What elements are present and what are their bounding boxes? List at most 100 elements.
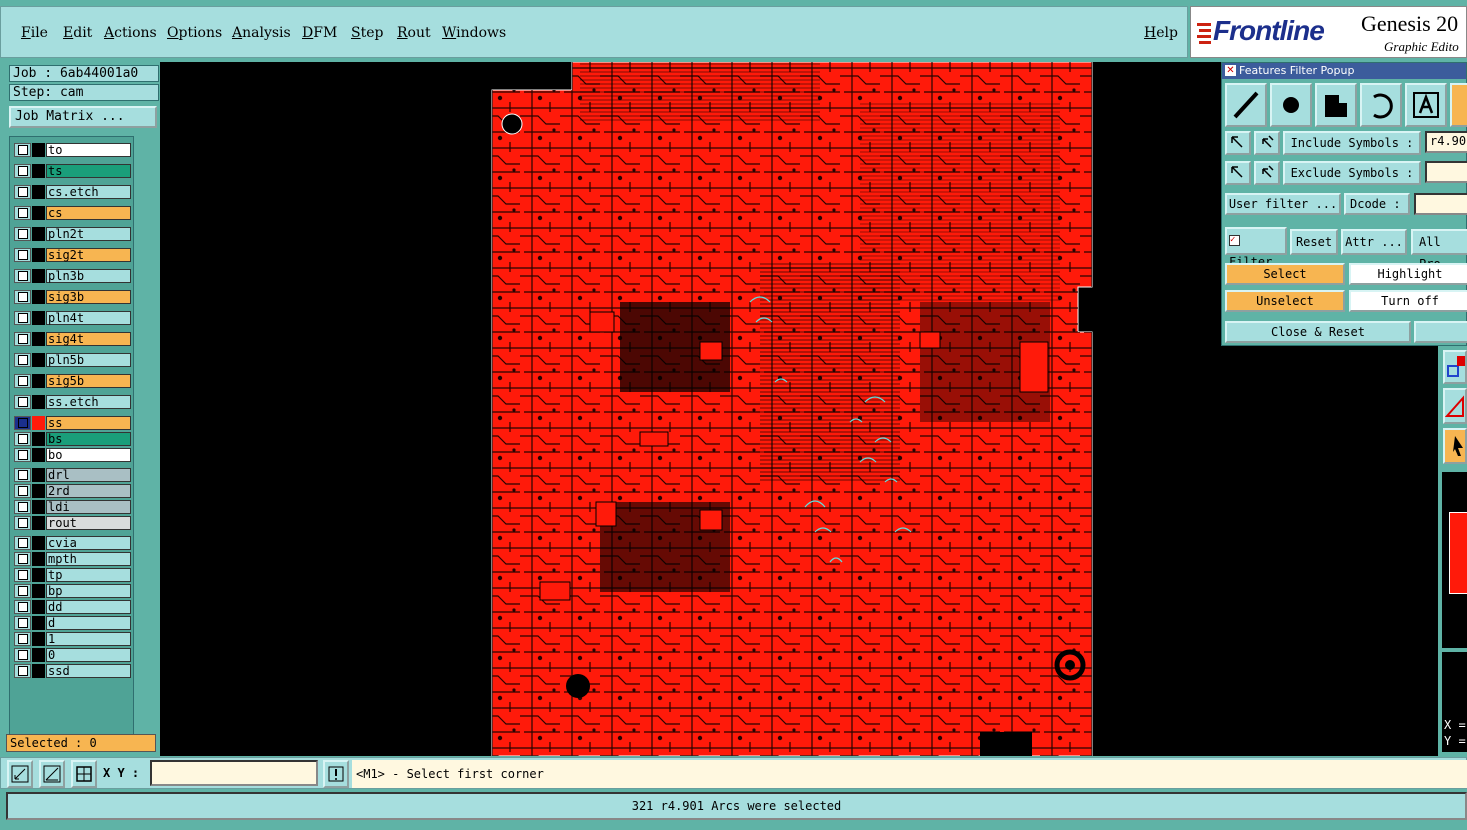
arc-filter-button[interactable] bbox=[1360, 83, 1402, 127]
highlight-button[interactable]: Highlight bbox=[1349, 263, 1467, 285]
layer-name[interactable]: bp bbox=[46, 584, 131, 598]
layer-checkbox[interactable] bbox=[14, 311, 31, 325]
layer-row-sig3b[interactable]: sig3b bbox=[14, 290, 131, 304]
layer-name[interactable]: 2rd bbox=[46, 484, 131, 498]
info-button[interactable] bbox=[323, 760, 349, 788]
layer-row-cs.etch[interactable]: cs.etch bbox=[14, 185, 131, 199]
layer-row-0[interactable]: 0 bbox=[14, 648, 131, 662]
text-filter-button[interactable] bbox=[1405, 83, 1447, 127]
zoom-fit-button[interactable] bbox=[7, 760, 33, 788]
layer-name[interactable]: bo bbox=[46, 448, 131, 462]
all-pro-button[interactable]: All Pro bbox=[1411, 229, 1467, 271]
layer-row-1[interactable]: 1 bbox=[14, 632, 131, 646]
menu-actions[interactable]: Actions bbox=[104, 25, 157, 41]
layer-row-cs[interactable]: cs bbox=[14, 206, 131, 220]
layer-name[interactable]: mpth bbox=[46, 552, 131, 566]
layer-row-sig5b[interactable]: sig5b bbox=[14, 374, 131, 388]
filter-toggle[interactable]: ✓ Filter bbox=[1225, 227, 1287, 269]
menu-rout[interactable]: Rout bbox=[397, 25, 431, 41]
menu-windows[interactable]: Windows bbox=[442, 25, 506, 41]
layer-row-pln5b[interactable]: pln5b bbox=[14, 353, 131, 367]
layer-name[interactable]: cs.etch bbox=[46, 185, 131, 199]
layer-checkbox[interactable] bbox=[14, 584, 31, 598]
line-filter-button[interactable] bbox=[1225, 83, 1267, 127]
layer-checkbox[interactable] bbox=[14, 332, 31, 346]
window-menu-icon[interactable]: ✕ bbox=[1225, 65, 1236, 76]
layer-name[interactable]: to bbox=[46, 143, 131, 157]
layer-checkbox[interactable] bbox=[14, 432, 31, 446]
layer-checkbox[interactable] bbox=[14, 536, 31, 550]
measure-tool-button[interactable] bbox=[1443, 388, 1467, 424]
xy-input[interactable] bbox=[150, 760, 318, 786]
layer-checkbox[interactable] bbox=[14, 143, 31, 157]
layer-row-ts[interactable]: ts bbox=[14, 164, 131, 178]
layer-checkbox[interactable] bbox=[14, 664, 31, 678]
grid-button[interactable] bbox=[71, 760, 97, 788]
overview-map[interactable] bbox=[1442, 472, 1467, 648]
layer-name[interactable]: pln4t bbox=[46, 311, 131, 325]
exclude-symbols-field[interactable] bbox=[1425, 161, 1467, 183]
layer-name[interactable]: sig4t bbox=[46, 332, 131, 346]
menu-options[interactable]: Options bbox=[167, 25, 222, 41]
layer-row-ssd[interactable]: ssd bbox=[14, 664, 131, 678]
layer-checkbox[interactable] bbox=[14, 374, 31, 388]
reset-button[interactable]: Reset bbox=[1290, 229, 1338, 255]
attr-button[interactable]: Attr ... bbox=[1341, 229, 1407, 255]
include-symbols-field[interactable]: r4.90 bbox=[1425, 131, 1467, 153]
layer-checkbox[interactable] bbox=[14, 552, 31, 566]
layer-name[interactable]: sig2t bbox=[46, 248, 131, 262]
layer-name[interactable]: ss.etch bbox=[46, 395, 131, 409]
include-pick-button[interactable] bbox=[1225, 131, 1251, 155]
layer-tool-button[interactable] bbox=[1443, 350, 1467, 384]
layer-name[interactable]: 1 bbox=[46, 632, 131, 646]
layer-row-2rd[interactable]: 2rd bbox=[14, 484, 131, 498]
menu-edit[interactable]: Edit bbox=[63, 25, 92, 41]
layer-checkbox[interactable] bbox=[14, 227, 31, 241]
layer-checkbox[interactable] bbox=[14, 632, 31, 646]
layer-row-pln2t[interactable]: pln2t bbox=[14, 227, 131, 241]
layer-checkbox[interactable] bbox=[14, 448, 31, 462]
filter-checkbox[interactable]: ✓ bbox=[1229, 235, 1240, 246]
layer-name[interactable]: cvia bbox=[46, 536, 131, 550]
layer-row-bs[interactable]: bs bbox=[14, 432, 131, 446]
layer-row-drl[interactable]: drl bbox=[14, 468, 131, 482]
surface-filter-button[interactable] bbox=[1315, 83, 1357, 127]
dcode-field[interactable] bbox=[1414, 193, 1467, 215]
layer-row-cvia[interactable]: cvia bbox=[14, 536, 131, 550]
layer-checkbox[interactable] bbox=[14, 395, 31, 409]
layer-name[interactable]: ss bbox=[46, 416, 131, 430]
layer-checkbox[interactable] bbox=[14, 416, 31, 430]
layer-checkbox[interactable] bbox=[14, 164, 31, 178]
layer-name[interactable]: sig5b bbox=[46, 374, 131, 388]
turn-off-button[interactable]: Turn off bbox=[1349, 290, 1467, 312]
pad-filter-button[interactable] bbox=[1270, 83, 1312, 127]
layer-name[interactable]: cs bbox=[46, 206, 131, 220]
layer-row-sig4t[interactable]: sig4t bbox=[14, 332, 131, 346]
menu-analysis[interactable]: Analysis bbox=[232, 25, 291, 41]
barcode-filter-button[interactable] bbox=[1450, 83, 1467, 127]
layer-checkbox[interactable] bbox=[14, 648, 31, 662]
layer-checkbox[interactable] bbox=[14, 600, 31, 614]
layer-row-mpth[interactable]: mpth bbox=[14, 552, 131, 566]
layer-name[interactable]: bs bbox=[46, 432, 131, 446]
menu-file[interactable]: File bbox=[21, 25, 48, 41]
layer-row-ldi[interactable]: ldi bbox=[14, 500, 131, 514]
layer-name[interactable]: tp bbox=[46, 568, 131, 582]
layer-row-to[interactable]: to bbox=[14, 143, 131, 157]
close-reset-button[interactable]: Close & Reset bbox=[1225, 321, 1411, 343]
layer-name[interactable]: pln5b bbox=[46, 353, 131, 367]
layer-checkbox[interactable] bbox=[14, 516, 31, 530]
include-symbols-button[interactable]: Include Symbols : bbox=[1283, 131, 1421, 155]
dcode-button[interactable]: Dcode : bbox=[1344, 193, 1410, 215]
layer-row-rout[interactable]: rout bbox=[14, 516, 131, 530]
layer-checkbox[interactable] bbox=[14, 206, 31, 220]
menu-help[interactable]: Help bbox=[1144, 25, 1178, 41]
menu-dfm[interactable]: DFM bbox=[302, 25, 337, 41]
layer-checkbox[interactable] bbox=[14, 248, 31, 262]
exclude-symbols-button[interactable]: Exclude Symbols : bbox=[1283, 161, 1421, 185]
layer-row-dd[interactable]: dd bbox=[14, 600, 131, 614]
layer-row-bo[interactable]: bo bbox=[14, 448, 131, 462]
layer-name[interactable]: d bbox=[46, 616, 131, 630]
exclude-pick-button[interactable] bbox=[1225, 161, 1251, 185]
layer-checkbox[interactable] bbox=[14, 290, 31, 304]
